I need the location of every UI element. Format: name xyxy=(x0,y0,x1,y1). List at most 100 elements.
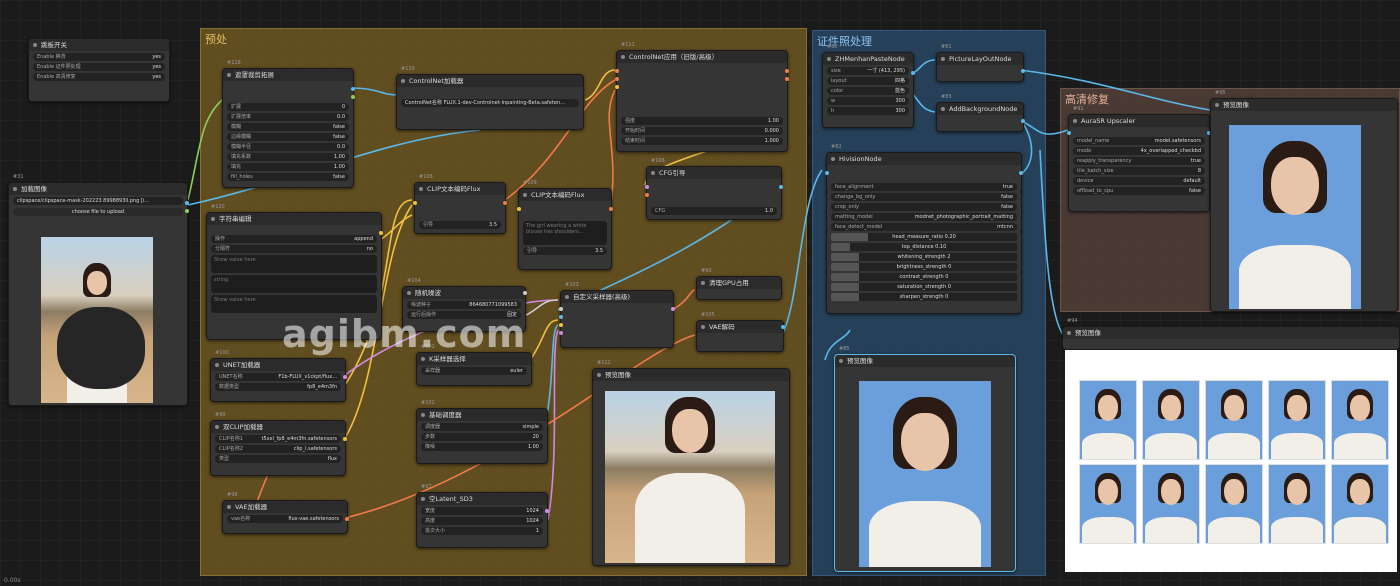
clip1-select[interactable]: CLIP名称1 t5xxl_fp8_e4m3fn.safetensors xyxy=(215,435,341,443)
output-port[interactable] xyxy=(351,95,355,99)
param-row[interactable]: color 蓝色 xyxy=(827,87,909,95)
param-row[interactable]: 结束时间 1.000 xyxy=(621,137,783,145)
text-field[interactable]: Show value here xyxy=(211,255,377,273)
toggle-row[interactable]: Enable 换背 yes xyxy=(33,53,165,61)
param-row[interactable]: device default xyxy=(1073,177,1205,185)
input-port[interactable] xyxy=(825,171,829,175)
param-row[interactable]: reapply_transparency true xyxy=(1073,157,1205,165)
slider-sharpen-strength[interactable]: sharpen_strength 0 xyxy=(831,293,1017,301)
type-select[interactable]: 类型 flux xyxy=(215,455,341,463)
text-field[interactable]: Show value here xyxy=(211,295,377,313)
model-select[interactable]: ControlNet名称 FLUX.1-dev-Controlnet-Inpai… xyxy=(401,99,579,107)
slider-whitening-strength[interactable]: whitening_strength 2 xyxy=(831,253,1017,261)
clear-gpu-node[interactable]: #93 清理GPU占用 xyxy=(696,268,782,300)
guidance-field[interactable]: 引导 3.5 xyxy=(523,247,607,255)
hivision-node[interactable]: #82 HivisionNode face_alignment true chan… xyxy=(825,144,1023,314)
output-port[interactable] xyxy=(911,71,915,75)
input-port[interactable] xyxy=(645,193,649,197)
output-port[interactable] xyxy=(345,517,349,521)
clip2-select[interactable]: CLIP名称2 clip_l.safetensors xyxy=(215,445,341,453)
slider-top-distance[interactable]: top_distance 0.10 xyxy=(831,243,1017,251)
output-port[interactable] xyxy=(545,509,549,513)
param-row[interactable]: h 300 xyxy=(827,107,909,115)
sampler-field[interactable]: 采样器 euler xyxy=(421,367,527,375)
param-row[interactable]: 扩展 0 xyxy=(227,103,349,111)
param-row[interactable]: layout 四格 xyxy=(827,77,909,85)
toggle-row[interactable]: Enable 高清修复 yes xyxy=(33,73,165,81)
unet-loader-node[interactable]: #100 UNET加载器 UNET名称 F1b-FLUX_v1ckpt/flux.… xyxy=(210,350,347,402)
preview-image-node-3[interactable]: #95 预览图像 xyxy=(1210,90,1398,312)
add-background-node[interactable]: #83 AddBackgroundNode xyxy=(936,94,1025,132)
param-row[interactable]: offload_to_cpu false xyxy=(1073,187,1205,195)
input-port[interactable] xyxy=(615,77,619,81)
output-port[interactable] xyxy=(351,87,355,91)
output-port[interactable] xyxy=(781,325,785,329)
slider-contrast-strength[interactable]: contrast_strength 0 xyxy=(831,273,1017,281)
input-port[interactable] xyxy=(559,331,563,335)
zh-paste-node[interactable]: #80 ZHMenhanPasteNode size 一寸 (413, 295) … xyxy=(822,44,915,128)
output-port[interactable] xyxy=(503,201,507,205)
output-port[interactable] xyxy=(343,437,347,441)
prompt-textarea[interactable]: The girl wearing a white blouse has shou… xyxy=(523,221,607,245)
picture-layout-node[interactable]: #81 PictureLayOutNode xyxy=(936,44,1025,82)
param-row[interactable]: 开始时间 0.000 xyxy=(621,127,783,135)
toggle-row[interactable]: Enable 证件照处理 yes xyxy=(33,63,165,71)
output-port[interactable] xyxy=(785,69,789,73)
scheduler-node[interactable]: #102 基础调度器 调度器 simple 步数 20 降噪 1.00 xyxy=(416,400,548,464)
param-row[interactable]: fill_holes false xyxy=(227,173,349,181)
param-row[interactable]: face_detect_model mtcnn xyxy=(831,223,1017,231)
custom-sampler-node[interactable]: #103 自定义采样器(高级) xyxy=(559,282,675,348)
output-port[interactable] xyxy=(671,307,675,311)
load-image-node[interactable]: #31 加载图像 clipspace/clipspace-mask-202223… xyxy=(8,174,189,406)
param-row[interactable]: 强度 1.00 xyxy=(621,117,783,125)
seed-field[interactable]: 噪波种子 864680771099583 xyxy=(407,301,521,309)
vae-loader-node[interactable]: #98 VAE加载器 vae名称 flux-vae.safetensors xyxy=(222,492,349,534)
input-port[interactable] xyxy=(559,323,563,327)
controlnet-loader-node[interactable]: #110 ControlNet加载器 ControlNet名称 FLUX.1-d… xyxy=(396,66,584,130)
param-row[interactable]: 模糊 false xyxy=(227,123,349,131)
file-select[interactable]: clipspace/clipspace-mask-202223.8998893l… xyxy=(13,197,183,205)
param-row[interactable]: 模糊半径 0.0 xyxy=(227,143,349,151)
output-port[interactable] xyxy=(379,231,383,235)
upscaler-node[interactable]: #91 AuraSR Upscaler model_name model.safe… xyxy=(1067,106,1211,212)
output-port[interactable] xyxy=(343,375,347,379)
param-row[interactable]: mode 4x_overlapped_checkbd xyxy=(1073,147,1205,155)
param-row[interactable]: 填充系数 1.00 xyxy=(227,153,349,161)
output-port[interactable] xyxy=(785,77,789,81)
empty-latent-node[interactable]: #97 空Latent_SD3 宽度 1024 高度 1024 批次大小 1 xyxy=(416,484,549,548)
upload-button[interactable]: choose file to upload xyxy=(13,208,183,216)
text-field[interactable]: string xyxy=(211,275,377,293)
param-row[interactable]: 边缘模糊 false xyxy=(227,133,349,141)
width-field[interactable]: 宽度 1024 xyxy=(421,507,543,515)
param-row[interactable]: model_name model.safetensors xyxy=(1073,137,1205,145)
output-port[interactable] xyxy=(779,185,783,189)
param-row[interactable]: crop_only false xyxy=(831,203,1017,211)
input-port[interactable] xyxy=(645,185,649,189)
clip-encode-node-2[interactable]: #109 CLIP文本编码Flux The girl wearing a whi… xyxy=(517,180,613,270)
param-row[interactable]: 降噪 1.00 xyxy=(421,443,543,451)
input-port[interactable] xyxy=(517,207,521,211)
param-row[interactable]: face_alignment true xyxy=(831,183,1017,191)
output-port[interactable] xyxy=(185,201,189,205)
output-port[interactable] xyxy=(1019,171,1023,175)
dual-clip-loader-node[interactable]: #99 双CLIP加载器 CLIP名称1 t5xxl_fp8_e4m3fn.saf… xyxy=(210,412,347,476)
param-row[interactable]: 填充 1.00 xyxy=(227,163,349,171)
param-row[interactable]: tile_batch_size 8 xyxy=(1073,167,1205,175)
model-select[interactable]: UNET名称 F1b-FLUX_v1ckpt/flux... xyxy=(215,373,341,381)
slider-head-measure-ratio[interactable]: head_measure_ratio 0.20 xyxy=(831,233,1017,241)
dtype-select[interactable]: 数据类型 fp8_e4m3fn xyxy=(215,383,341,391)
input-port[interactable] xyxy=(559,315,563,319)
vae-decode-node[interactable]: #105 VAE解码 xyxy=(696,312,785,352)
output-port[interactable] xyxy=(185,209,189,213)
mask-crop-node[interactable]: #118 遮罩裁剪拓展 扩展 0 扩展倍率 0.0 模糊 false 边缘模糊 fals… xyxy=(222,60,355,188)
batch-field[interactable]: 批次大小 1 xyxy=(421,527,543,535)
vae-select[interactable]: vae名称 flux-vae.safetensors xyxy=(227,515,343,523)
height-field[interactable]: 高度 1024 xyxy=(421,517,543,525)
input-port[interactable] xyxy=(559,307,563,311)
guidance-field[interactable]: 引导 3.5 xyxy=(419,221,501,229)
param-row[interactable]: 操作 append xyxy=(211,235,377,243)
input-port[interactable] xyxy=(1067,131,1071,135)
controlnet-apply-node[interactable]: #111 ControlNet应用（旧版/高级） 强度 1.00 开始时间 0.00… xyxy=(615,42,789,152)
param-row[interactable]: 扩展倍率 0.0 xyxy=(227,113,349,121)
cfg-guider-node[interactable]: #106 CFG引导 CFG 1.0 xyxy=(645,158,783,220)
